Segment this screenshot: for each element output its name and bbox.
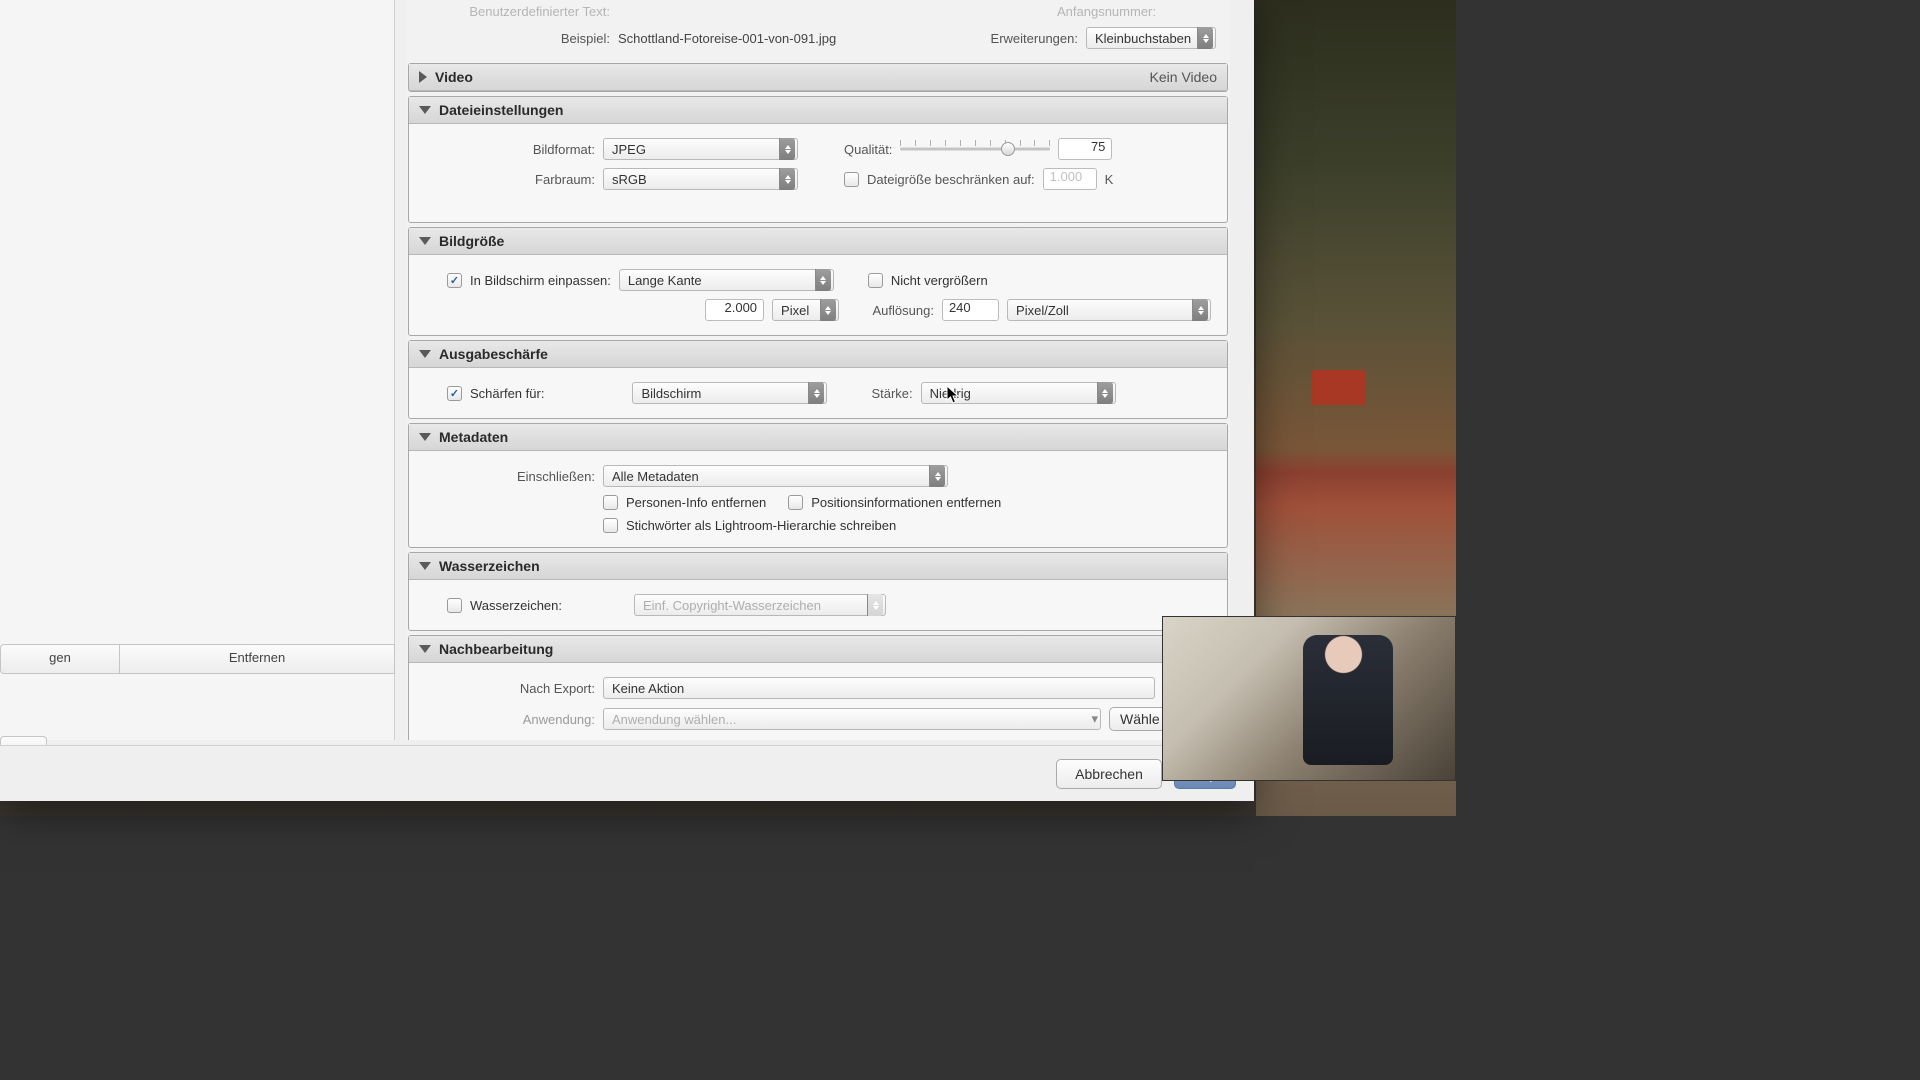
remove-preset-button[interactable]: Entfernen xyxy=(120,644,395,674)
chevron-down-icon xyxy=(419,645,431,653)
watermark-header[interactable]: Wasserzeichen xyxy=(409,553,1227,580)
after-export-label: Nach Export: xyxy=(425,681,595,696)
include-metadata-select[interactable]: Alle Metadaten xyxy=(603,465,948,487)
watermark-checkbox[interactable] xyxy=(447,598,462,613)
stepper-icon xyxy=(1192,299,1208,321)
image-size-section: Bildgröße In Bildschirm einpassen: Lange… xyxy=(408,227,1228,336)
extensions-select[interactable]: Kleinbuchstaben xyxy=(1086,27,1216,49)
metadata-header[interactable]: Metadaten xyxy=(409,424,1227,451)
post-processing-section: Nachbearbeitung Nach Export: Keine Aktio… xyxy=(408,635,1228,740)
chevron-down-icon xyxy=(419,237,431,245)
remove-person-label: Personen-Info entfernen xyxy=(626,495,766,510)
quality-input[interactable]: 75 xyxy=(1058,138,1112,160)
chevron-right-icon xyxy=(419,71,427,83)
stepper-icon xyxy=(779,168,795,190)
post-processing-header[interactable]: Nachbearbeitung xyxy=(409,636,1227,663)
image-format-select[interactable]: JPEG xyxy=(603,138,798,160)
limit-filesize-input[interactable]: 1.000 xyxy=(1043,168,1097,190)
chevron-down-icon xyxy=(419,562,431,570)
start-number-label: Anfangsnummer: xyxy=(1057,4,1156,19)
limit-unit: K xyxy=(1105,172,1114,187)
webcam-person xyxy=(1303,635,1393,765)
video-status: Kein Video xyxy=(1150,69,1217,85)
example-filename: Schottland-Fotoreise-001-von-091.jpg xyxy=(618,31,836,46)
image-size-header[interactable]: Bildgröße xyxy=(409,228,1227,255)
sharpen-amount-select[interactable]: Niedrig xyxy=(921,382,1116,404)
sharpen-checkbox[interactable] xyxy=(447,386,462,401)
color-space-select[interactable]: sRGB xyxy=(603,168,798,190)
stepper-icon xyxy=(779,138,795,160)
include-label: Einschließen: xyxy=(425,469,595,484)
chevron-down-icon xyxy=(419,433,431,441)
remove-person-checkbox[interactable] xyxy=(603,495,618,510)
export-dialog: gen Entfernen ger... Benutzerdefinierter… xyxy=(0,0,1254,801)
webcam-overlay xyxy=(1162,616,1456,781)
custom-text-label: Benutzerdefinierter Text: xyxy=(420,4,610,19)
dialog-footer: Abbrechen Exp xyxy=(0,745,1254,801)
add-preset-button[interactable]: gen xyxy=(0,644,120,674)
preset-sidebar: gen Entfernen xyxy=(0,0,395,740)
extensions-label: Erweiterungen: xyxy=(991,31,1078,46)
remove-location-checkbox[interactable] xyxy=(788,495,803,510)
output-sharpening-header[interactable]: Ausgabeschärfe xyxy=(409,341,1227,368)
chevron-down-icon xyxy=(419,350,431,358)
fit-screen-checkbox[interactable] xyxy=(447,273,462,288)
resolution-label: Auflösung: xyxy=(873,303,934,318)
dimension-input[interactable]: 2.000 xyxy=(705,299,764,321)
no-enlarge-label: Nicht vergrößern xyxy=(891,273,988,288)
video-section: Video Kein Video xyxy=(408,63,1228,92)
stepper-icon xyxy=(1097,382,1113,404)
file-settings-section: Dateieinstellungen Bildformat: JPEG Qual… xyxy=(408,96,1228,223)
remove-location-label: Positionsinformationen entfernen xyxy=(811,495,1001,510)
watermark-type-select[interactable]: Einf. Copyright-Wasserzeichen xyxy=(634,594,886,616)
watermark-label: Wasserzeichen: xyxy=(470,598,562,613)
image-format-label: Bildformat: xyxy=(425,142,595,157)
stepper-icon xyxy=(820,299,836,321)
dimension-unit-select[interactable]: Pixel xyxy=(772,299,839,321)
background-car-shape xyxy=(1311,370,1366,405)
metadata-section: Metadaten Einschließen: Alle Metadaten P… xyxy=(408,423,1228,548)
application-select[interactable]: Anwendung wählen... ▾ xyxy=(603,708,1101,730)
resolution-input[interactable]: 240 xyxy=(942,299,999,321)
fit-screen-label: In Bildschirm einpassen: xyxy=(470,273,611,288)
quality-slider[interactable] xyxy=(900,140,1050,158)
stepper-icon xyxy=(1197,27,1213,49)
limit-filesize-label: Dateigröße beschränken auf: xyxy=(867,172,1035,187)
video-section-header[interactable]: Video Kein Video xyxy=(409,64,1227,91)
example-label: Beispiel: xyxy=(420,31,610,46)
quality-label: Qualität: xyxy=(844,142,892,157)
limit-filesize-checkbox[interactable] xyxy=(844,172,859,187)
stepper-icon xyxy=(815,269,831,291)
cancel-button[interactable]: Abbrechen xyxy=(1056,759,1162,789)
output-sharpening-section: Ausgabeschärfe Schärfen für: Bildschirm … xyxy=(408,340,1228,419)
after-export-select[interactable]: Keine Aktion xyxy=(603,677,1155,699)
resolution-unit-select[interactable]: Pixel/Zoll xyxy=(1007,299,1211,321)
application-label: Anwendung: xyxy=(425,712,595,727)
export-settings-panel: Benutzerdefinierter Text: Anfangsnummer:… xyxy=(406,0,1230,740)
watermark-section: Wasserzeichen Wasserzeichen: Einf. Copyr… xyxy=(408,552,1228,631)
chevron-down-icon xyxy=(419,106,431,114)
sharpen-target-select[interactable]: Bildschirm xyxy=(632,382,827,404)
sharpen-for-label: Schärfen für: xyxy=(470,386,544,401)
stepper-icon xyxy=(808,382,824,404)
sharpen-amount-label: Stärke: xyxy=(871,386,912,401)
stepper-icon xyxy=(867,594,883,616)
slider-thumb[interactable] xyxy=(1001,142,1015,156)
keywords-hierarchy-label: Stichwörter als Lightroom-Hierarchie sch… xyxy=(626,518,896,533)
keywords-hierarchy-checkbox[interactable] xyxy=(603,518,618,533)
file-settings-header[interactable]: Dateieinstellungen xyxy=(409,97,1227,124)
color-space-label: Farbraum: xyxy=(425,172,595,187)
stepper-icon xyxy=(929,465,945,487)
no-enlarge-checkbox[interactable] xyxy=(868,273,883,288)
fit-mode-select[interactable]: Lange Kante xyxy=(619,269,834,291)
